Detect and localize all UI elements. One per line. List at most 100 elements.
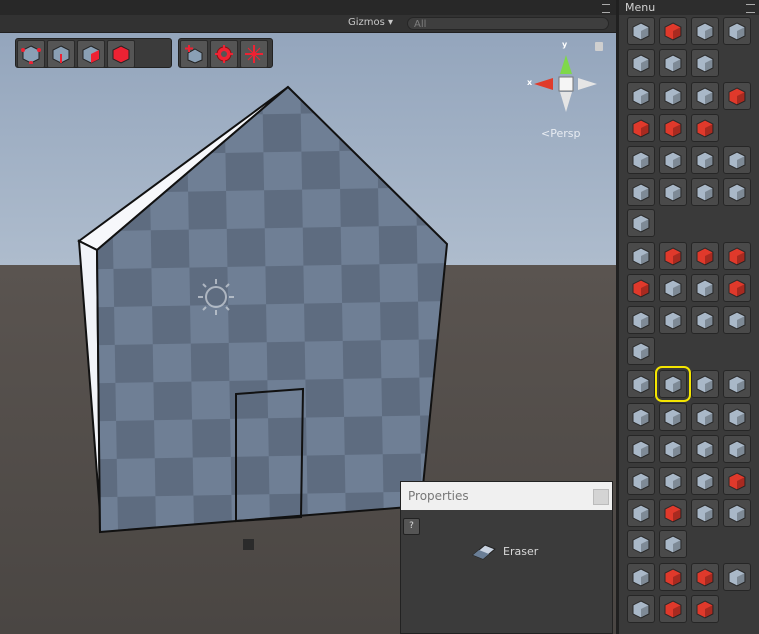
- properties-tool-name: Eraser: [503, 544, 539, 558]
- face-cube-icon: [82, 45, 100, 64]
- vertex-mode-button[interactable]: [17, 40, 45, 68]
- settings-button[interactable]: [210, 40, 238, 68]
- tool-cube-twist-button[interactable]: [723, 563, 751, 591]
- close-icon[interactable]: [593, 489, 609, 505]
- eraser-icon: [472, 544, 496, 560]
- tool-rect-slash-button[interactable]: [723, 82, 751, 110]
- scene-view[interactable]: Gizmos ▾ All x y <Persp Properties ? Era…: [0, 0, 616, 634]
- tool-grid-block-button[interactable]: [627, 499, 655, 527]
- tool-axes-button[interactable]: [659, 467, 687, 495]
- tool-capsule-button[interactable]: [627, 209, 655, 237]
- tool-sphere-button[interactable]: [723, 178, 751, 206]
- tool-cube-button[interactable]: [659, 146, 687, 174]
- tool-stack-blocks-button[interactable]: [723, 17, 751, 45]
- tool-cube-wide-button[interactable]: [659, 306, 687, 334]
- tool-curve-button[interactable]: [627, 306, 655, 334]
- cube-drag-icon: [632, 535, 650, 554]
- crosshair-icon: [245, 45, 263, 63]
- tool-cylinder-button[interactable]: [627, 178, 655, 206]
- tool-cube-corner-button[interactable]: [723, 274, 751, 302]
- gizmos-dropdown[interactable]: Gizmos ▾: [344, 16, 397, 30]
- add-block-button[interactable]: [180, 40, 208, 68]
- tool-scale-red-button[interactable]: [627, 274, 655, 302]
- tool-pillar-button[interactable]: [627, 49, 655, 77]
- tool-stack-cube-button[interactable]: [691, 17, 719, 45]
- tool-arrow-push-button[interactable]: [691, 242, 719, 270]
- tool-slice-b-button[interactable]: [659, 403, 687, 431]
- lock-icon[interactable]: [595, 42, 603, 51]
- tool-pen-button[interactable]: [627, 82, 655, 110]
- tool-red-gem-button[interactable]: [659, 17, 687, 45]
- tool-red-block-button[interactable]: [659, 499, 687, 527]
- tool-stairs-button[interactable]: [723, 146, 751, 174]
- tool-cube-point-button[interactable]: [627, 242, 655, 270]
- tool-tiles-button[interactable]: [691, 499, 719, 527]
- tool-refresh-button[interactable]: [691, 563, 719, 591]
- tool-boolean-button[interactable]: [723, 499, 751, 527]
- tool-slice-a-button[interactable]: [627, 403, 655, 431]
- help-button[interactable]: ?: [403, 518, 420, 535]
- tool-tall-cylinder-button[interactable]: [659, 530, 687, 558]
- tool-eraser-button[interactable]: [655, 366, 691, 402]
- line-icon: [664, 87, 682, 106]
- select-box-icon: [728, 375, 746, 394]
- tool-bars-red-button[interactable]: [691, 114, 719, 142]
- tool-cube-drag-button[interactable]: [627, 530, 655, 558]
- tool-cube-copy-button[interactable]: [627, 595, 655, 623]
- tool-rotate-button[interactable]: [627, 435, 655, 463]
- tool-select-box-button[interactable]: [723, 370, 751, 398]
- grid-cubes-icon: [728, 311, 746, 330]
- tool-arrows-scale-button[interactable]: [723, 435, 751, 463]
- tool-plane-flip-button[interactable]: [659, 435, 687, 463]
- panel-menu-icon[interactable]: [746, 4, 755, 13]
- tool-box-split-button[interactable]: [691, 274, 719, 302]
- tool-export-button[interactable]: [659, 595, 687, 623]
- tool-cube-plus-button[interactable]: [659, 563, 687, 591]
- tool-grid-cubes-button[interactable]: [723, 306, 751, 334]
- tool-grid-square-button[interactable]: [627, 563, 655, 591]
- tool-bounds-button[interactable]: [691, 370, 719, 398]
- crystal-icon: [696, 54, 714, 73]
- tool-cone-button[interactable]: [659, 178, 687, 206]
- circular-grid-icon: [696, 183, 714, 202]
- menu-icon[interactable]: [602, 4, 610, 13]
- tool-red-arrow-button[interactable]: [723, 467, 751, 495]
- tool-cube-pointer-button[interactable]: [627, 17, 655, 45]
- face-mode-button[interactable]: [77, 40, 105, 68]
- tool-arrow-pull-button[interactable]: [723, 242, 751, 270]
- edge-mode-button[interactable]: [47, 40, 75, 68]
- center-pivot-button[interactable]: [240, 40, 268, 68]
- tool-cube-outline-button[interactable]: [659, 49, 687, 77]
- tool-half-box-button[interactable]: [691, 306, 719, 334]
- tool-split-cube-button[interactable]: [659, 274, 687, 302]
- tool-palette-panel: Menu: [616, 0, 759, 634]
- slice-c-icon: [696, 408, 714, 427]
- tool-circular-grid-button[interactable]: [691, 178, 719, 206]
- tool-gear-red-button[interactable]: [691, 595, 719, 623]
- plane-flip-icon: [664, 440, 682, 459]
- tool-cube-sphere-mix-button[interactable]: [627, 146, 655, 174]
- scale-red-icon: [632, 279, 650, 298]
- tool-cube-small-button[interactable]: [691, 146, 719, 174]
- arrow-pull-icon: [728, 247, 746, 266]
- cube-copy-icon: [632, 600, 650, 619]
- refresh-icon: [696, 568, 714, 587]
- tool-plane-axes-button[interactable]: [691, 467, 719, 495]
- tool-move-cube-button[interactable]: [627, 467, 655, 495]
- object-mode-button[interactable]: [107, 40, 135, 68]
- tool-line-button[interactable]: [659, 82, 687, 110]
- tool-ramp-red-button[interactable]: [659, 114, 687, 142]
- tool-pillar-dark-button[interactable]: [723, 403, 751, 431]
- tool-arrow-extrude-button[interactable]: [659, 242, 687, 270]
- tool-crystal-button[interactable]: [691, 49, 719, 77]
- tool-arc-button[interactable]: [691, 82, 719, 110]
- tool-eraser-small-button[interactable]: [627, 370, 655, 398]
- persp-label[interactable]: <Persp: [541, 127, 580, 140]
- tool-cube-flat-button[interactable]: [627, 337, 655, 365]
- pillar-icon: [632, 54, 650, 73]
- scene-search-input[interactable]: All: [407, 17, 609, 30]
- tool-torus-red-button[interactable]: [627, 114, 655, 142]
- grid-square-icon: [632, 568, 650, 587]
- tool-slice-c-button[interactable]: [691, 403, 719, 431]
- tool-cylinder-cut-button[interactable]: [691, 435, 719, 463]
